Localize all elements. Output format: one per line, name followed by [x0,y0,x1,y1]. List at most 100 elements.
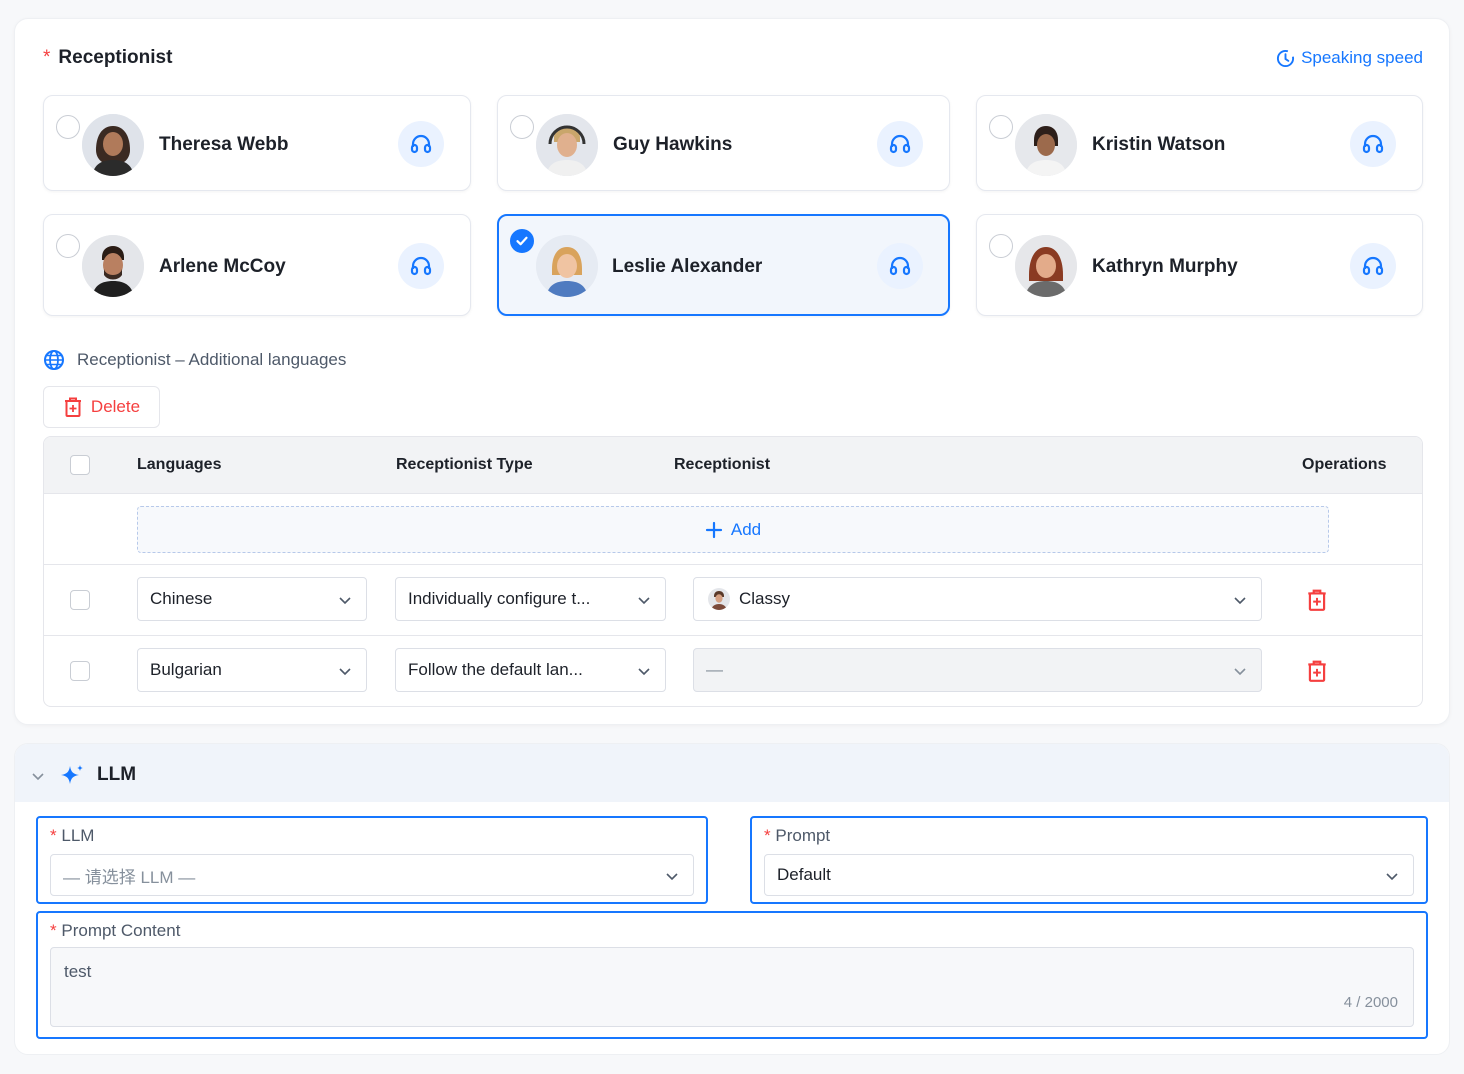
language-select[interactable]: Chinese [137,577,367,621]
receptionist-name: Guy Hawkins [613,134,733,155]
row-checkbox[interactable] [70,590,90,610]
chevron-down-icon [1386,873,1398,881]
radio-button-checked[interactable] [510,229,534,253]
delete-button[interactable]: Delete [43,386,160,428]
headphones-icon [889,256,911,276]
radio-button[interactable] [56,115,80,139]
listen-button[interactable] [877,121,923,167]
receptionist-type-value: Follow the default lan... [408,660,583,679]
headphones-icon [410,256,432,276]
receptionist-card-guy-hawkins[interactable]: Guy Hawkins [497,95,950,191]
headphones-icon [1362,256,1384,276]
listen-button[interactable] [398,243,444,289]
llm-field: * LLM — 请选择 LLM — [36,816,708,904]
headphones-icon [889,134,911,154]
chevron-down-icon [339,597,351,605]
chevron-down-icon [1234,597,1246,605]
receptionist-card-arlene-mccoy[interactable]: Arlene McCoy [43,214,471,316]
row-delete-button[interactable] [1306,588,1328,617]
prompt-content-label: * Prompt Content [50,921,180,941]
delete-label: Delete [90,397,141,416]
avatar [536,235,598,297]
chevron-down-icon[interactable] [31,769,45,783]
radio-button[interactable] [56,234,80,258]
receptionist-name: Leslie Alexander [612,256,763,277]
avatar [82,235,144,297]
receptionist-card-leslie-alexander[interactable]: Leslie Alexander [497,214,950,316]
trash-icon [64,397,81,417]
table-row: Bulgarian Follow the default lan... — [44,636,1422,706]
radio-button[interactable] [989,115,1013,139]
receptionist-card: * Receptionist Speaking speed Theresa We… [14,18,1450,725]
receptionist-select[interactable]: Classy [693,577,1262,621]
language-select[interactable]: Bulgarian [137,648,367,692]
radio-button[interactable] [510,115,534,139]
table-header: Languages Receptionist Type Receptionist… [44,437,1422,494]
add-language-button[interactable]: Add [137,506,1329,553]
receptionist-name: Kathryn Murphy [1092,256,1238,277]
required-mark: * [43,47,51,68]
prompt-select[interactable]: Default [764,854,1414,896]
receptionist-card-theresa-webb[interactable]: Theresa Webb [43,95,471,191]
avatar [1015,235,1077,297]
sparkle-icon [61,765,83,784]
column-header-languages: Languages [137,456,222,473]
add-row: Add [44,494,1422,565]
additional-languages-heading: Receptionist – Additional languages [43,349,346,371]
chevron-down-icon [638,668,650,676]
column-header-receptionist-type: Receptionist Type [396,456,533,473]
chevron-down-icon [666,873,678,881]
receptionist-type-select[interactable]: Follow the default lan... [395,648,666,692]
prompt-content-textarea[interactable]: test 4 / 2000 [50,947,1414,1027]
listen-button[interactable] [398,121,444,167]
receptionist-value: — [706,660,723,679]
language-value: Chinese [150,589,213,608]
receptionist-card-kristin-watson[interactable]: Kristin Watson [976,95,1423,191]
receptionist-type-select[interactable]: Individually configure t... [395,577,666,621]
prompt-value: Default [777,865,831,884]
table-row: Chinese Individually configure t... Clas… [44,565,1422,636]
receptionist-name: Theresa Webb [159,134,289,155]
plus-icon [705,521,722,538]
trash-icon [1308,589,1326,611]
avatar [1015,114,1077,176]
chevron-down-icon [638,597,650,605]
select-all-checkbox[interactable] [70,455,90,475]
row-checkbox[interactable] [70,661,90,681]
character-counter: 4 / 2000 [1343,994,1398,1011]
globe-icon [44,350,64,370]
listen-button[interactable] [1350,121,1396,167]
receptionist-name: Arlene McCoy [159,256,286,277]
speaking-speed-link[interactable]: Speaking speed [1276,48,1423,68]
column-header-operations: Operations [1302,456,1387,473]
clock-icon [1277,49,1295,67]
avatar [708,588,730,610]
receptionist-select-disabled: — [693,648,1262,692]
required-mark: * [50,921,57,940]
listen-button[interactable] [877,243,923,289]
radio-button[interactable] [989,234,1013,258]
prompt-content-value: test [64,962,92,981]
check-icon [516,236,528,246]
llm-section-title: LLM [97,764,137,785]
llm-label: * LLM [50,826,94,846]
avatar [536,114,598,176]
headphones-icon [1362,134,1384,154]
trash-icon [1308,660,1326,682]
row-delete-button[interactable] [1306,659,1328,688]
llm-select[interactable]: — 请选择 LLM — [50,854,694,896]
llm-label-text: LLM [61,826,95,845]
receptionist-title: Receptionist [58,47,173,68]
speaking-speed-label: Speaking speed [1301,48,1423,67]
languages-table: Languages Receptionist Type Receptionist… [43,436,1423,707]
required-mark: * [764,826,771,845]
chevron-down-icon [339,668,351,676]
prompt-label-text: Prompt [775,826,831,845]
headphones-icon [410,134,432,154]
column-header-receptionist: Receptionist [674,456,771,473]
prompt-field: * Prompt Default [750,816,1428,904]
receptionist-card-kathryn-murphy[interactable]: Kathryn Murphy [976,214,1423,316]
llm-placeholder: — 请选择 LLM — [63,867,196,887]
listen-button[interactable] [1350,243,1396,289]
required-mark: * [50,826,57,845]
